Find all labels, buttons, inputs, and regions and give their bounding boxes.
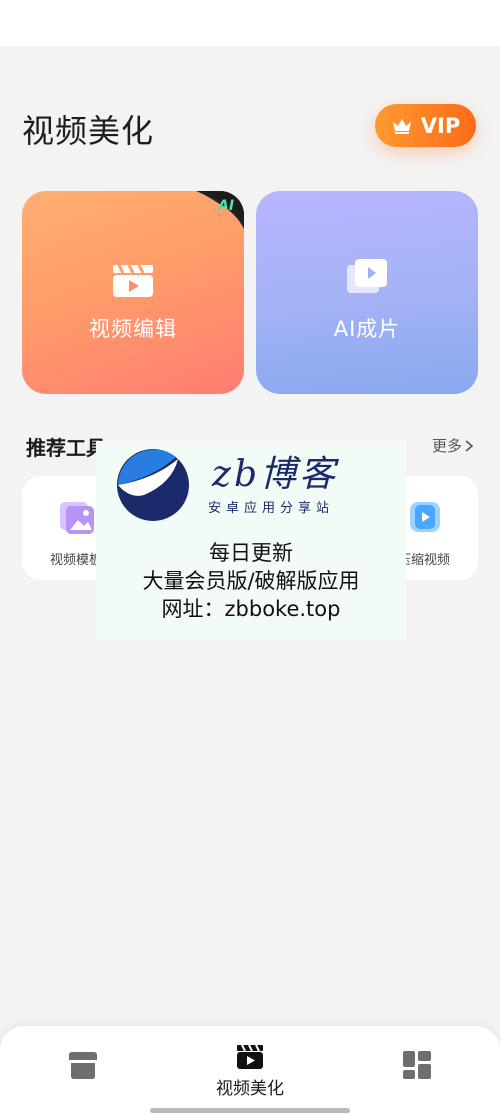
nav-store[interactable]: [50, 1026, 116, 1115]
more-link[interactable]: 更多: [432, 435, 474, 456]
ai-badge-text: AI: [217, 198, 234, 214]
ai-badge: AI: [196, 191, 244, 229]
ai-clip-label: AI成片: [333, 317, 401, 341]
stacked-video-icon: [347, 259, 387, 293]
watermark-overlay: zb博客 安卓应用分享站 每日更新 大量会员版/破解版应用 网址：zbboke.…: [96, 441, 406, 639]
nav-video-beautify[interactable]: 视频美化: [200, 1026, 300, 1115]
home-indicator[interactable]: [150, 1108, 350, 1113]
watermark-line: 每日更新: [209, 541, 293, 565]
status-bar: [0, 0, 500, 46]
zb-logo-icon: [117, 449, 189, 521]
more-label: 更多: [432, 437, 463, 455]
grid-icon: [403, 1051, 431, 1079]
clapperboard-icon: [113, 264, 153, 297]
watermark-line: 网址：zbboke.top: [161, 597, 341, 621]
store-icon: [69, 1052, 97, 1079]
watermark-subtitle: 安卓应用分享站: [208, 501, 335, 516]
recommended-tools-title: 推荐工具: [26, 436, 106, 460]
vip-label: VIP: [420, 113, 461, 138]
vip-button[interactable]: VIP: [375, 104, 476, 147]
video-edit-label: 视频编辑: [89, 317, 177, 341]
page-title: 视频美化: [22, 112, 155, 150]
watermark-brand: zb博客: [212, 454, 339, 495]
watermark-line: 大量会员版/破解版应用: [142, 569, 360, 593]
template-image-icon: [60, 502, 94, 534]
chevron-right-icon: [465, 439, 474, 452]
video-edit-card[interactable]: AI 视频编辑: [22, 191, 244, 394]
crown-icon: [392, 118, 411, 134]
bottom-nav: 视频美化: [0, 1026, 500, 1115]
nav-grid[interactable]: [384, 1026, 450, 1115]
ai-clip-card[interactable]: AI成片: [256, 191, 478, 394]
nav-label: 视频美化: [216, 1079, 284, 1099]
clapperboard-icon: [237, 1044, 263, 1069]
compress-video-icon: [410, 502, 440, 532]
